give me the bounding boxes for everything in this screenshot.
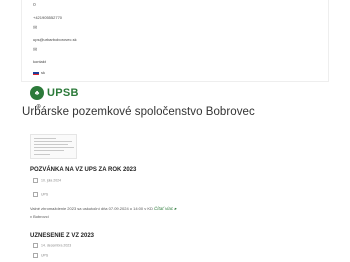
logo-mark: ♣ [34,89,40,97]
post-category-1[interactable]: UPS [33,192,48,197]
site-title: Urbárske pozemkové spoločenstvo Bobrovec [22,106,255,118]
post-excerpt-1: Valné zhromaždenie 2023 sa uskutoční dňa… [30,206,177,212]
post-excerpt-text: Valné zhromaždenie 2023 sa uskutoční dňa… [30,206,153,211]
logo-text: UPSB [47,87,79,99]
calendar-icon [33,243,38,248]
mail-icon: ✉ [33,25,38,31]
post-title-2[interactable]: UZNESENIE Z VZ 2023 [30,233,94,239]
folder-icon [33,192,38,197]
folder-icon [33,253,38,258]
language-selector[interactable]: sk [41,70,45,75]
logo-emblem-icon: ♣ [30,86,44,100]
calendar-icon [33,178,38,183]
contact-link[interactable]: kontakt [33,59,46,64]
post-date-text: 10. júla 2024 [41,178,62,183]
post-thumbnail[interactable] [30,134,77,159]
post-title-1[interactable]: POZVÁNKA NA VZ UPS ZA ROK 2023 [30,167,136,173]
post-excerpt-place: v Bobrovci [30,214,49,219]
site-logo[interactable]: ♣ UPSB [30,85,79,101]
contact-icon: ✉ [33,47,38,53]
post-category-2[interactable]: UPS [33,253,48,258]
post-date-text: 14. decembra 2023 [41,243,72,248]
post-date-2: 14. decembra 2023 [33,243,71,248]
phone-link[interactable]: +421905552770 [33,15,62,20]
slovak-flag-icon[interactable] [33,71,39,75]
email-link[interactable]: ups@urbarboborovec.sk [33,37,77,42]
location-icon: o [33,2,36,8]
post-category-text: UPS [41,192,49,197]
read-more-link[interactable]: Čítať viac ▸ [154,206,177,211]
post-category-text: UPS [41,253,49,258]
post-date-1: 10. júla 2024 [33,178,61,183]
